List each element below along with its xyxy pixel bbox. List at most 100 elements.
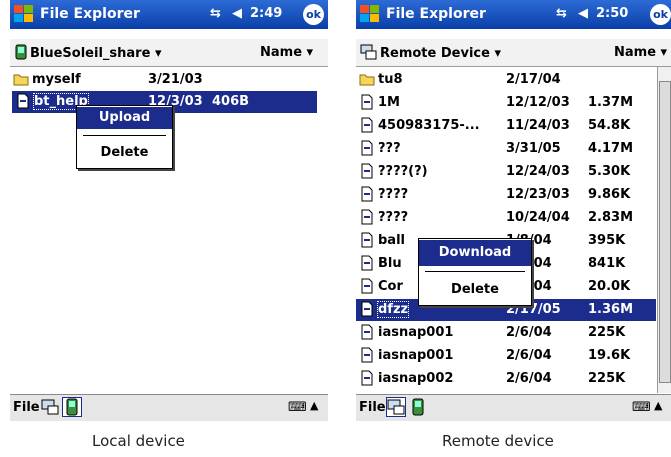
file-size: 225K [588,371,626,386]
list-item[interactable]: ???? 10/24/04 2.83M [356,207,656,229]
list-item[interactable]: ????(?) 12/24/03 5.30K [356,161,656,183]
menu-separator [83,135,166,136]
file-name: dfzz [376,301,410,318]
file-size: 395K [588,233,626,248]
file-name: Cor [378,279,403,294]
connectivity-icon[interactable]: ⇆ [210,6,221,21]
download-menu-item[interactable]: Download [419,240,531,266]
file-name: ball [378,233,405,248]
file-name: iasnap002 [378,371,454,386]
sort-dropdown[interactable]: Name ▾ [614,45,667,60]
location-bar: Remote Device ▾ Name ▾ [356,39,671,67]
document-icon [361,255,373,271]
input-selector-arrow[interactable]: ▲ [310,399,318,412]
location-bar: BlueSoleil_share ▾ Name ▾ [10,39,328,67]
document-icon [361,186,373,202]
bluetooth-device-icon[interactable] [62,397,82,417]
file-menu[interactable]: File [359,400,386,415]
network-icon[interactable] [40,397,60,417]
document-icon [361,117,373,133]
context-menu: Upload Delete [76,105,173,169]
windows-flag-icon[interactable] [359,4,381,24]
list-item[interactable]: iasnap001 2/6/04 19.6K [356,345,656,367]
keyboard-icon[interactable]: ⌨ [288,400,307,415]
network-icon[interactable] [386,397,406,417]
location-dropdown[interactable]: BlueSoleil_share ▾ [14,44,161,61]
location-label: Remote Device [380,46,490,61]
windows-flag-icon[interactable] [13,4,35,24]
file-date: 12/12/03 [506,95,570,110]
network-icon [360,44,377,60]
volume-icon[interactable]: ◀ [232,6,242,21]
file-size: 9.86K [588,187,631,202]
ok-button[interactable]: ok [650,4,671,25]
file-date: 2/6/04 [506,371,552,386]
document-icon [361,301,373,317]
list-item[interactable]: myself 3/21/03 [10,69,328,91]
location-dropdown[interactable]: Remote Device ▾ [360,44,501,61]
list-item[interactable]: 450983175-... 11/24/03 54.8K [356,115,656,137]
delete-menu-item[interactable]: Delete [77,143,172,163]
document-icon [361,278,373,294]
scrollbar-thumb[interactable] [659,81,671,383]
file-name: Blu [378,256,402,271]
list-item[interactable]: 1M 12/12/03 1.37M [356,92,656,114]
menu-bar: File ⌨ ▲ [356,394,671,421]
app-title: File Explorer [40,6,140,22]
keyboard-icon[interactable]: ⌨ [632,400,651,415]
local-device-screen: File Explorer ⇆ ◀ 2:49 ok BlueSoleil_sha… [10,0,328,450]
document-icon [361,163,373,179]
file-name: iasnap001 [378,348,454,363]
file-date: 11/24/03 [506,118,570,133]
file-date: 2/6/04 [506,348,552,363]
file-name: 1M [378,95,400,110]
delete-menu-item[interactable]: Delete [419,280,531,300]
clock[interactable]: 2:49 [250,6,282,21]
file-date: 3/31/05 [506,141,561,156]
volume-icon[interactable]: ◀ [578,6,588,21]
list-item[interactable]: ??? 3/31/05 4.17M [356,138,656,160]
file-size: 54.8K [588,118,631,133]
file-size: 225K [588,325,626,340]
input-selector-arrow[interactable]: ▲ [654,399,662,412]
remote-device-screen: File Explorer ⇆ ◀ 2:50 ok Remote Device … [356,0,671,450]
clock[interactable]: 2:50 [596,6,628,21]
list-item[interactable]: iasnap001 2/6/04 225K [356,322,656,344]
file-name: tu8 [378,72,403,87]
document-icon [361,94,373,110]
file-name: ??? [378,141,401,156]
vertical-scrollbar[interactable] [657,67,671,393]
file-size: 20.0K [588,279,631,294]
title-bar: File Explorer ⇆ ◀ 2:49 ok [10,0,328,29]
location-label: BlueSoleil_share [30,46,151,61]
folder-icon [13,74,29,86]
document-icon [361,324,373,340]
ok-button[interactable]: ok [303,4,324,25]
file-size: 2.83M [588,210,634,225]
document-icon [361,140,373,156]
file-date: 10/24/04 [506,210,570,225]
file-size: 5.30K [588,164,631,179]
caption: Local device [92,432,185,450]
file-name: 450983175-... [378,118,480,133]
file-name: ????(?) [378,164,428,179]
menu-bar: File ⌨ ▲ [10,394,328,421]
upload-menu-item[interactable]: Upload [77,107,172,129]
list-item[interactable]: iasnap002 2/6/04 225K [356,368,656,390]
file-size: 1.36M [588,302,634,317]
file-menu[interactable]: File [13,400,40,415]
file-size: 841K [588,256,626,271]
connectivity-icon[interactable]: ⇆ [556,6,567,21]
caption: Remote device [442,432,554,450]
file-date: 12/23/03 [506,187,570,202]
list-item[interactable]: tu8 2/17/04 [356,69,656,91]
sort-dropdown[interactable]: Name ▾ [260,45,313,60]
document-icon [361,370,373,386]
file-size: 19.6K [588,348,631,363]
app-title: File Explorer [386,6,486,22]
file-date: 12/24/03 [506,164,570,179]
file-size: 1.37M [588,95,634,110]
list-item[interactable]: ???? 12/23/03 9.86K [356,184,656,206]
document-icon [361,209,373,225]
bluetooth-device-icon[interactable] [408,397,428,417]
